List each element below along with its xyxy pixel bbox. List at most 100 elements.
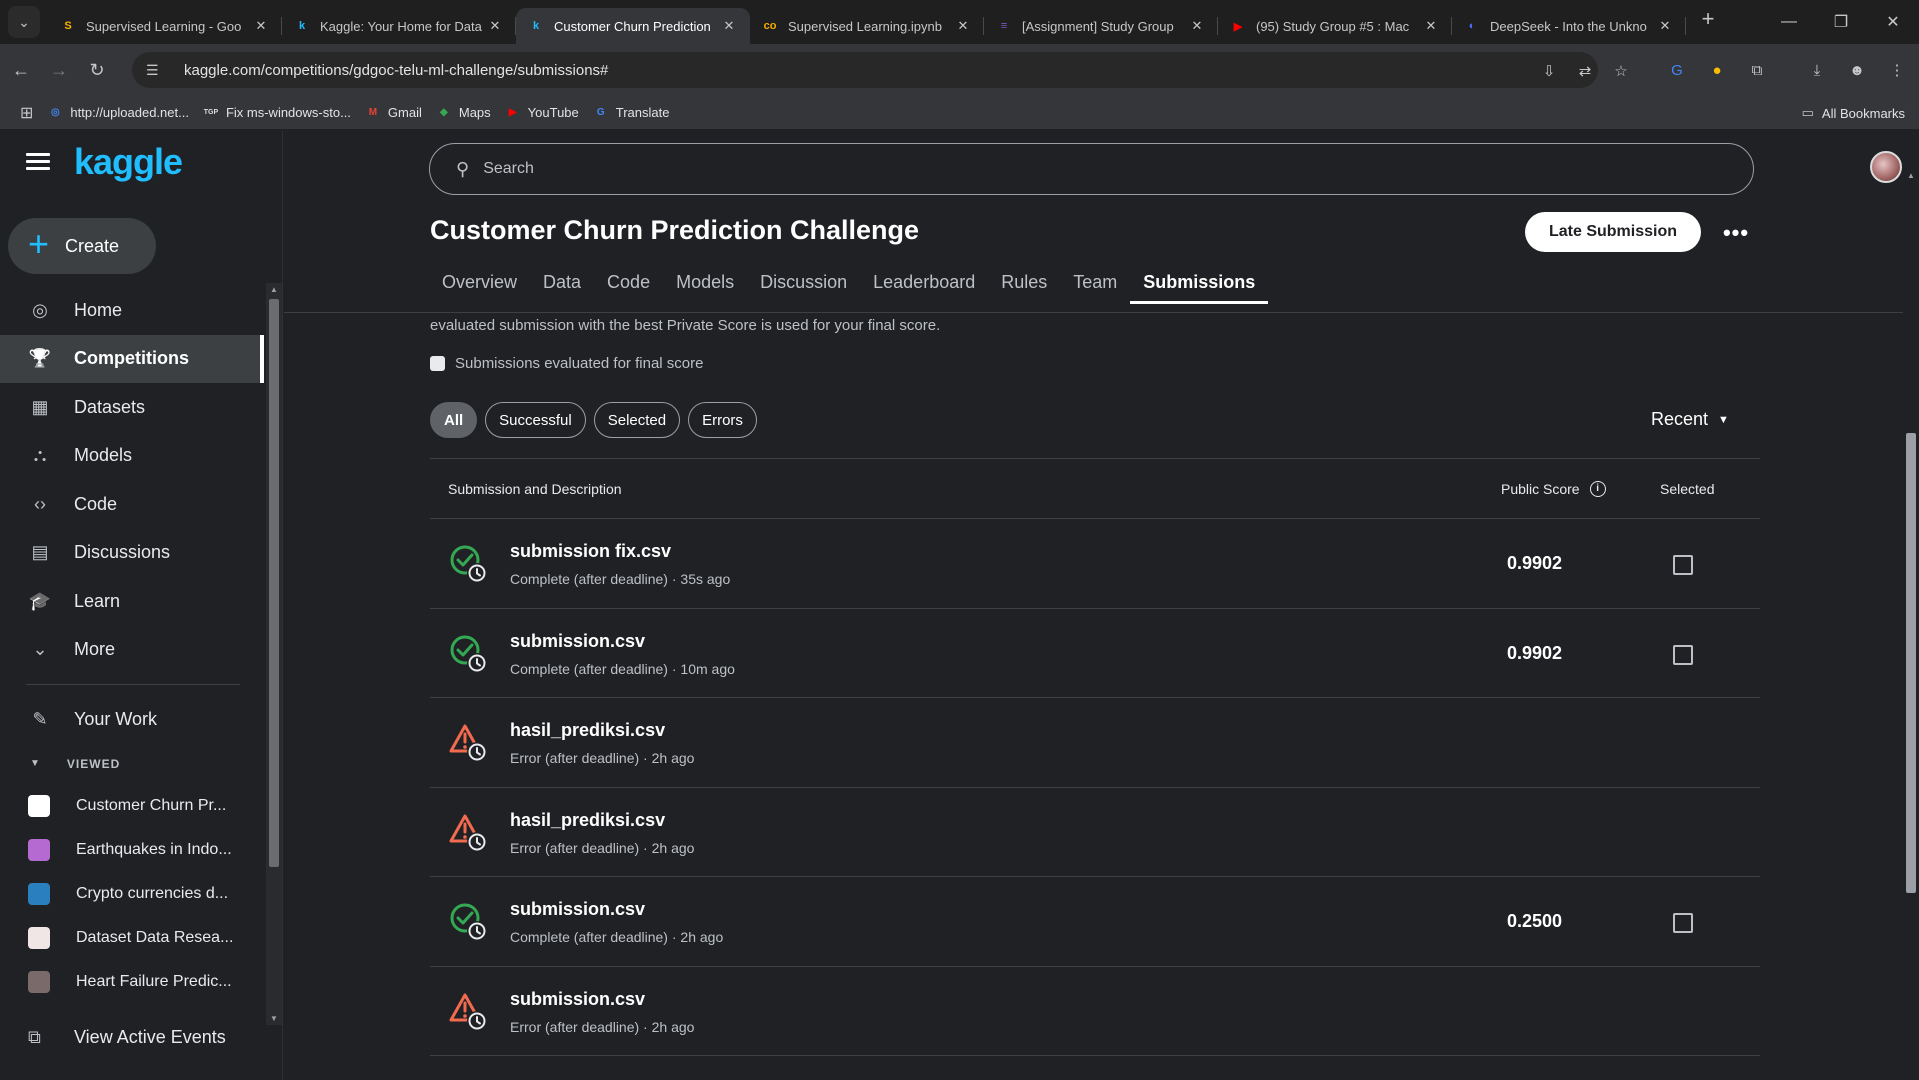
tab-rules[interactable]: Rules xyxy=(988,264,1060,304)
page-scrollbar[interactable]: ▲ xyxy=(1903,131,1919,1080)
submission-filename[interactable]: submission.csv xyxy=(510,899,645,920)
viewed-item[interactable]: Heart Failure Predic... xyxy=(0,960,264,1004)
filter-chip-all[interactable]: All xyxy=(430,402,478,438)
browser-tab[interactable]: ▶ (95) Study Group #5 : Mac ✕ xyxy=(1218,8,1452,44)
sidebar-item-home[interactable]: ◎ Home xyxy=(0,286,264,335)
submission-filename[interactable]: hasil_prediksi.csv xyxy=(510,810,665,831)
viewed-section-toggle[interactable]: ▼ VIEWED xyxy=(0,744,264,784)
browser-tab[interactable]: co Supervised Learning.ipynb ✕ xyxy=(750,8,984,44)
submission-filename[interactable]: submission.csv xyxy=(510,631,645,652)
bookmark-item[interactable]: ◎ http://uploaded.net... xyxy=(47,105,189,121)
avatar[interactable] xyxy=(1870,151,1902,183)
apps-grid-icon[interactable]: ⊞ xyxy=(20,103,33,123)
sidebar-scroll-thumb[interactable] xyxy=(269,299,279,867)
reload-button[interactable]: ↻ xyxy=(80,53,114,87)
sidebar-item-competitions[interactable]: 🏆 Competitions xyxy=(0,334,264,383)
more-options-icon[interactable]: ••• xyxy=(1716,213,1756,253)
select-checkbox[interactable] xyxy=(1673,644,1693,665)
table-row[interactable]: hasil_prediksi.csv Error (after deadline)… xyxy=(430,698,1760,788)
search-bar[interactable]: ⚲ xyxy=(429,143,1754,195)
viewed-item[interactable]: Crypto currencies d... xyxy=(0,872,264,916)
hamburger-menu-icon[interactable] xyxy=(26,153,50,171)
tab-submissions[interactable]: Submissions xyxy=(1130,264,1269,304)
tab-discussion[interactable]: Discussion xyxy=(747,264,860,304)
select-checkbox[interactable] xyxy=(1673,913,1693,933)
bookmark-item[interactable]: TGP Fix ms-windows-sto... xyxy=(203,105,351,121)
install-app-icon[interactable]: ⇩ xyxy=(1538,60,1560,82)
close-tab-icon[interactable]: ✕ xyxy=(1656,18,1674,34)
table-row[interactable]: submission fix.csv Complete (after deadli… xyxy=(430,519,1760,609)
sidebar-item-models[interactable]: ⛬ Models xyxy=(0,432,264,481)
sort-dropdown[interactable]: Recent ▼ xyxy=(1651,409,1729,430)
google-translate-extension-icon[interactable]: G xyxy=(1666,59,1688,81)
chrome-extension-icon[interactable]: ● xyxy=(1706,59,1728,81)
close-tab-icon[interactable]: ✕ xyxy=(1422,18,1440,34)
star-icon[interactable]: ☆ xyxy=(1610,60,1632,82)
puzzle-icon[interactable]: ⧉ xyxy=(1746,59,1768,81)
scroll-up-icon[interactable]: ▲ xyxy=(1903,171,1919,180)
profile-icon[interactable]: ☻ xyxy=(1846,59,1868,81)
close-tab-icon[interactable]: ✕ xyxy=(486,18,504,34)
filter-chip-selected[interactable]: Selected xyxy=(593,402,681,438)
submission-filename[interactable]: submission.csv xyxy=(510,989,645,1010)
close-tab-icon[interactable]: ✕ xyxy=(954,18,972,34)
filter-chip-errors[interactable]: Errors xyxy=(688,402,757,438)
download-icon[interactable]: ⤓ xyxy=(1806,59,1828,81)
bookmark-item[interactable]: G Translate xyxy=(593,105,670,121)
final-score-checkbox[interactable] xyxy=(430,356,445,371)
new-tab-button[interactable]: + xyxy=(1692,3,1724,35)
filter-chip-successful[interactable]: Successful xyxy=(485,402,586,438)
final-score-filter[interactable]: Submissions evaluated for final score xyxy=(430,355,703,372)
table-row[interactable]: submission.csv Complete (after deadline) … xyxy=(430,609,1760,698)
search-input[interactable] xyxy=(483,160,1084,178)
table-row[interactable]: submission.csv Error (after deadline) · 2… xyxy=(430,967,1760,1056)
sidebar-item-datasets[interactable]: ▦ Datasets xyxy=(0,383,264,432)
viewed-item[interactable]: Dataset Data Resea... xyxy=(0,916,264,960)
bookmark-item[interactable]: ▶ YouTube xyxy=(505,105,579,121)
tab-overview[interactable]: Overview xyxy=(429,264,530,304)
info-icon[interactable]: i xyxy=(1589,480,1606,497)
select-checkbox[interactable] xyxy=(1673,555,1693,575)
minimize-button[interactable]: — xyxy=(1763,0,1815,44)
table-row[interactable]: hasil_prediksi.csv Error (after deadline)… xyxy=(430,788,1760,877)
browser-tab[interactable]: k Kaggle: Your Home for Data ✕ xyxy=(282,8,516,44)
scroll-up-icon[interactable]: ▲ xyxy=(266,285,282,294)
create-button[interactable]: + Create xyxy=(8,218,156,274)
browser-tab[interactable]: ◐ DeepSeek - Into the Unkno ✕ xyxy=(1452,8,1686,44)
sidebar-item-discussions[interactable]: ▤ Discussions xyxy=(0,529,264,578)
tab-data[interactable]: Data xyxy=(530,264,594,304)
viewed-item[interactable]: Customer Churn Pr... xyxy=(0,784,264,828)
address-bar[interactable]: ☰ kaggle.com/competitions/gdgoc-telu-ml-… xyxy=(132,52,1598,88)
restore-button[interactable]: ❐ xyxy=(1815,0,1867,44)
submission-filename[interactable]: submission fix.csv xyxy=(510,541,671,562)
tab-search-button[interactable]: ⌄ xyxy=(8,6,40,38)
tab-leaderboard[interactable]: Leaderboard xyxy=(860,264,988,304)
view-active-events-link[interactable]: ⧉ View Active Events xyxy=(28,1027,226,1048)
viewed-item[interactable]: Earthquakes in Indo... xyxy=(0,828,264,872)
tab-models[interactable]: Models xyxy=(663,264,747,304)
all-bookmarks-button[interactable]: ▭ All Bookmarks xyxy=(1802,105,1905,121)
sidebar-scrollbar[interactable]: ▲ ▼ xyxy=(266,283,282,1025)
translate-icon[interactable]: ⇄ xyxy=(1574,60,1596,82)
sidebar-item-your-work[interactable]: ✎ Your Work xyxy=(0,695,264,744)
bookmark-item[interactable]: ◆ Maps xyxy=(436,105,491,121)
sidebar-item-learn[interactable]: 🎓 Learn xyxy=(0,577,264,626)
browser-tab[interactable]: k Customer Churn Prediction ✕ xyxy=(516,8,750,44)
close-window-button[interactable]: ✕ xyxy=(1867,0,1919,44)
close-tab-icon[interactable]: ✕ xyxy=(1188,18,1206,34)
sidebar-item-code[interactable]: ‹› Code xyxy=(0,480,264,529)
late-submission-button[interactable]: Late Submission xyxy=(1525,212,1701,252)
kaggle-logo[interactable]: kaggle xyxy=(74,141,183,183)
browser-tab[interactable]: S Supervised Learning - Goo ✕ xyxy=(48,8,282,44)
sidebar-item-more[interactable]: ⌄ More xyxy=(0,626,264,675)
close-tab-icon[interactable]: ✕ xyxy=(720,18,738,34)
scroll-down-icon[interactable]: ▼ xyxy=(266,1014,282,1023)
site-info-icon[interactable]: ☰ xyxy=(146,62,168,79)
kebab-menu-icon[interactable]: ⋮ xyxy=(1886,59,1908,81)
tab-code[interactable]: Code xyxy=(594,264,663,304)
close-tab-icon[interactable]: ✕ xyxy=(252,18,270,34)
forward-button[interactable]: → xyxy=(42,53,76,87)
browser-tab[interactable]: ≡ [Assignment] Study Group ✕ xyxy=(984,8,1218,44)
submission-filename[interactable]: hasil_prediksi.csv xyxy=(510,720,665,741)
table-row[interactable]: submission.csv Complete (after deadline) … xyxy=(430,877,1760,967)
